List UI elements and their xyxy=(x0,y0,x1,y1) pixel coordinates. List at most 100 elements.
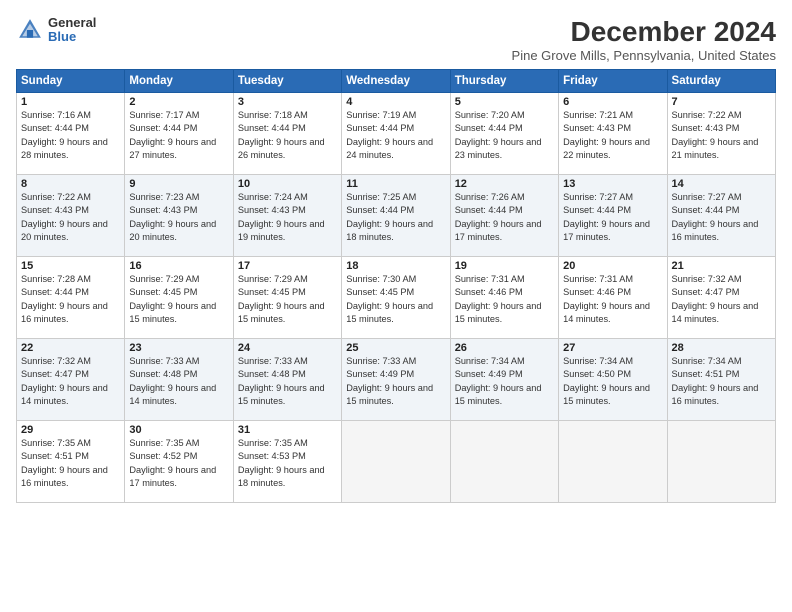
table-row: 19 Sunrise: 7:31 AMSunset: 4:46 PMDaylig… xyxy=(450,257,558,339)
day-number: 11 xyxy=(346,178,445,190)
day-info: Sunrise: 7:21 AMSunset: 4:43 PMDaylight:… xyxy=(563,110,650,160)
table-row: 13 Sunrise: 7:27 AMSunset: 4:44 PMDaylig… xyxy=(559,175,667,257)
day-info: Sunrise: 7:16 AMSunset: 4:44 PMDaylight:… xyxy=(21,110,108,160)
logo: General Blue xyxy=(16,16,96,45)
table-row: 7 Sunrise: 7:22 AMSunset: 4:43 PMDayligh… xyxy=(667,93,775,175)
table-row: 15 Sunrise: 7:28 AMSunset: 4:44 PMDaylig… xyxy=(17,257,125,339)
table-row: 1 Sunrise: 7:16 AMSunset: 4:44 PMDayligh… xyxy=(17,93,125,175)
col-tuesday: Tuesday xyxy=(233,70,341,93)
day-number: 23 xyxy=(129,342,228,354)
day-info: Sunrise: 7:35 AMSunset: 4:53 PMDaylight:… xyxy=(238,438,325,488)
day-info: Sunrise: 7:28 AMSunset: 4:44 PMDaylight:… xyxy=(21,274,108,324)
day-info: Sunrise: 7:34 AMSunset: 4:51 PMDaylight:… xyxy=(672,356,759,406)
day-info: Sunrise: 7:31 AMSunset: 4:46 PMDaylight:… xyxy=(563,274,650,324)
table-row: 17 Sunrise: 7:29 AMSunset: 4:45 PMDaylig… xyxy=(233,257,341,339)
day-info: Sunrise: 7:31 AMSunset: 4:46 PMDaylight:… xyxy=(455,274,542,324)
day-info: Sunrise: 7:27 AMSunset: 4:44 PMDaylight:… xyxy=(563,192,650,242)
table-row: 20 Sunrise: 7:31 AMSunset: 4:46 PMDaylig… xyxy=(559,257,667,339)
table-row: 29 Sunrise: 7:35 AMSunset: 4:51 PMDaylig… xyxy=(17,421,125,503)
day-number: 7 xyxy=(672,96,771,108)
day-info: Sunrise: 7:17 AMSunset: 4:44 PMDaylight:… xyxy=(129,110,216,160)
day-number: 15 xyxy=(21,260,120,272)
day-number: 25 xyxy=(346,342,445,354)
month-title: December 2024 xyxy=(512,16,776,48)
day-number: 31 xyxy=(238,424,337,436)
table-row: 12 Sunrise: 7:26 AMSunset: 4:44 PMDaylig… xyxy=(450,175,558,257)
day-number: 9 xyxy=(129,178,228,190)
day-number: 19 xyxy=(455,260,554,272)
table-row: 9 Sunrise: 7:23 AMSunset: 4:43 PMDayligh… xyxy=(125,175,233,257)
calendar-page: General Blue December 2024 Pine Grove Mi… xyxy=(0,0,792,612)
table-row xyxy=(342,421,450,503)
day-number: 17 xyxy=(238,260,337,272)
day-info: Sunrise: 7:35 AMSunset: 4:52 PMDaylight:… xyxy=(129,438,216,488)
col-sunday: Sunday xyxy=(17,70,125,93)
day-info: Sunrise: 7:22 AMSunset: 4:43 PMDaylight:… xyxy=(21,192,108,242)
table-row: 21 Sunrise: 7:32 AMSunset: 4:47 PMDaylig… xyxy=(667,257,775,339)
day-info: Sunrise: 7:25 AMSunset: 4:44 PMDaylight:… xyxy=(346,192,433,242)
table-row: 14 Sunrise: 7:27 AMSunset: 4:44 PMDaylig… xyxy=(667,175,775,257)
logo-icon xyxy=(16,16,44,44)
day-info: Sunrise: 7:30 AMSunset: 4:45 PMDaylight:… xyxy=(346,274,433,324)
table-row: 31 Sunrise: 7:35 AMSunset: 4:53 PMDaylig… xyxy=(233,421,341,503)
day-number: 6 xyxy=(563,96,662,108)
table-row: 30 Sunrise: 7:35 AMSunset: 4:52 PMDaylig… xyxy=(125,421,233,503)
table-row: 16 Sunrise: 7:29 AMSunset: 4:45 PMDaylig… xyxy=(125,257,233,339)
table-row xyxy=(559,421,667,503)
day-number: 27 xyxy=(563,342,662,354)
table-row: 6 Sunrise: 7:21 AMSunset: 4:43 PMDayligh… xyxy=(559,93,667,175)
day-number: 26 xyxy=(455,342,554,354)
col-thursday: Thursday xyxy=(450,70,558,93)
day-number: 29 xyxy=(21,424,120,436)
week-row-5: 29 Sunrise: 7:35 AMSunset: 4:51 PMDaylig… xyxy=(17,421,776,503)
week-row-3: 15 Sunrise: 7:28 AMSunset: 4:44 PMDaylig… xyxy=(17,257,776,339)
day-number: 5 xyxy=(455,96,554,108)
col-monday: Monday xyxy=(125,70,233,93)
table-row xyxy=(667,421,775,503)
day-number: 20 xyxy=(563,260,662,272)
title-section: December 2024 Pine Grove Mills, Pennsylv… xyxy=(512,16,776,63)
location-title: Pine Grove Mills, Pennsylvania, United S… xyxy=(512,48,776,63)
day-info: Sunrise: 7:26 AMSunset: 4:44 PMDaylight:… xyxy=(455,192,542,242)
day-info: Sunrise: 7:32 AMSunset: 4:47 PMDaylight:… xyxy=(672,274,759,324)
day-info: Sunrise: 7:24 AMSunset: 4:43 PMDaylight:… xyxy=(238,192,325,242)
day-number: 2 xyxy=(129,96,228,108)
day-info: Sunrise: 7:19 AMSunset: 4:44 PMDaylight:… xyxy=(346,110,433,160)
day-number: 4 xyxy=(346,96,445,108)
day-info: Sunrise: 7:29 AMSunset: 4:45 PMDaylight:… xyxy=(129,274,216,324)
table-row: 2 Sunrise: 7:17 AMSunset: 4:44 PMDayligh… xyxy=(125,93,233,175)
day-number: 22 xyxy=(21,342,120,354)
day-number: 13 xyxy=(563,178,662,190)
col-wednesday: Wednesday xyxy=(342,70,450,93)
day-number: 28 xyxy=(672,342,771,354)
day-info: Sunrise: 7:33 AMSunset: 4:49 PMDaylight:… xyxy=(346,356,433,406)
calendar-table: Sunday Monday Tuesday Wednesday Thursday… xyxy=(16,69,776,503)
page-header: General Blue December 2024 Pine Grove Mi… xyxy=(16,16,776,63)
day-info: Sunrise: 7:27 AMSunset: 4:44 PMDaylight:… xyxy=(672,192,759,242)
day-number: 8 xyxy=(21,178,120,190)
table-row: 4 Sunrise: 7:19 AMSunset: 4:44 PMDayligh… xyxy=(342,93,450,175)
week-row-4: 22 Sunrise: 7:32 AMSunset: 4:47 PMDaylig… xyxy=(17,339,776,421)
logo-general: General xyxy=(48,16,96,30)
table-row: 28 Sunrise: 7:34 AMSunset: 4:51 PMDaylig… xyxy=(667,339,775,421)
day-info: Sunrise: 7:33 AMSunset: 4:48 PMDaylight:… xyxy=(238,356,325,406)
day-info: Sunrise: 7:18 AMSunset: 4:44 PMDaylight:… xyxy=(238,110,325,160)
day-number: 18 xyxy=(346,260,445,272)
day-number: 16 xyxy=(129,260,228,272)
day-number: 14 xyxy=(672,178,771,190)
day-number: 1 xyxy=(21,96,120,108)
week-row-2: 8 Sunrise: 7:22 AMSunset: 4:43 PMDayligh… xyxy=(17,175,776,257)
day-info: Sunrise: 7:29 AMSunset: 4:45 PMDaylight:… xyxy=(238,274,325,324)
day-info: Sunrise: 7:34 AMSunset: 4:50 PMDaylight:… xyxy=(563,356,650,406)
table-row: 27 Sunrise: 7:34 AMSunset: 4:50 PMDaylig… xyxy=(559,339,667,421)
table-row: 8 Sunrise: 7:22 AMSunset: 4:43 PMDayligh… xyxy=(17,175,125,257)
table-row: 26 Sunrise: 7:34 AMSunset: 4:49 PMDaylig… xyxy=(450,339,558,421)
day-info: Sunrise: 7:32 AMSunset: 4:47 PMDaylight:… xyxy=(21,356,108,406)
day-number: 10 xyxy=(238,178,337,190)
day-number: 21 xyxy=(672,260,771,272)
logo-text: General Blue xyxy=(48,16,96,45)
day-number: 24 xyxy=(238,342,337,354)
day-number: 12 xyxy=(455,178,554,190)
table-row: 11 Sunrise: 7:25 AMSunset: 4:44 PMDaylig… xyxy=(342,175,450,257)
header-row: Sunday Monday Tuesday Wednesday Thursday… xyxy=(17,70,776,93)
